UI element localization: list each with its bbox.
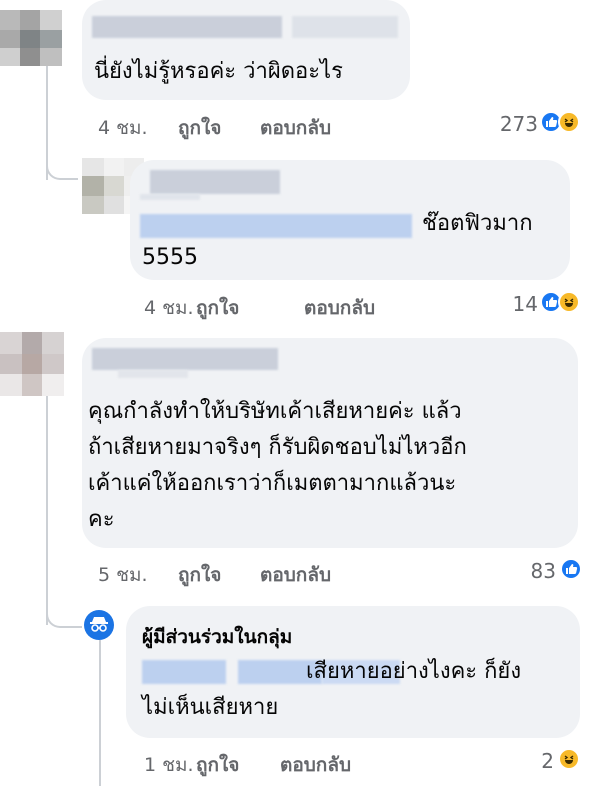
redacted-name — [140, 194, 200, 200]
comment-text: ถ้าเสียหายมาจริงๆ ก็รับผิดชอบไม่ไหวอีก — [88, 435, 467, 460]
anonymous-member-icon[interactable] — [84, 610, 114, 640]
reply-button[interactable]: ตอบกลับ — [304, 293, 375, 323]
avatar[interactable] — [0, 332, 64, 396]
haha-reaction-icon — [558, 291, 580, 313]
comment-text: คุณกำลังทำให้บริษัทเค้าเสียหายค่ะ แล้ว — [88, 399, 462, 424]
reply-button[interactable]: ตอบกลับ — [260, 560, 331, 590]
reaction-count[interactable]: 2 — [500, 749, 554, 773]
thread-curve — [46, 130, 78, 180]
thread-curve — [46, 590, 82, 628]
comment-time[interactable]: 4 ชม. — [98, 113, 148, 143]
comment-text: ช๊อตฟิวมาก — [422, 211, 533, 236]
like-button[interactable]: ถูกใจ — [196, 293, 239, 323]
comment-actions: 5 ชม. ถูกใจ ตอบกลับ — [98, 560, 398, 586]
like-button[interactable]: ถูกใจ — [196, 750, 239, 780]
comment-text: คะ — [88, 507, 115, 532]
comment-text: เค้าแค่ให้ออกเราว่าก็เมตตามากแล้วนะ — [88, 471, 457, 496]
redacted-mention[interactable] — [140, 214, 412, 238]
like-reaction-icon — [560, 558, 582, 580]
like-button[interactable]: ถูกใจ — [178, 113, 221, 143]
redacted-mention[interactable] — [142, 660, 226, 684]
redacted-name — [92, 348, 278, 370]
comment-text: เสียหายอย่างไงคะ ก็ยัง — [306, 659, 522, 684]
haha-reaction-icon — [558, 748, 580, 770]
comment-bubble: นี่ยังไม่รู้หรอค่ะ ว่าผิดอะไร — [82, 0, 410, 100]
redacted-name — [92, 16, 282, 38]
comment-bubble: ช๊อตฟิวมาก 5555 — [130, 160, 570, 280]
redacted-name — [150, 170, 280, 194]
comment-bubble: คุณกำลังทำให้บริษัทเค้าเสียหายค่ะ แล้ว ถ… — [82, 338, 578, 548]
reaction-count[interactable]: 273 — [470, 112, 538, 136]
avatar[interactable] — [0, 10, 62, 66]
comment-author[interactable]: ผู้มีส่วนร่วมในกลุ่ม — [142, 622, 292, 652]
reply-button[interactable]: ตอบกลับ — [280, 750, 351, 780]
reaction-count[interactable]: 14 — [480, 292, 538, 316]
redacted-name — [118, 370, 188, 378]
comment-actions: 1 ชม. ถูกใจ ตอบกลับ — [144, 750, 444, 776]
comment-text: 5555 — [142, 245, 198, 270]
haha-reaction-icon — [558, 111, 580, 133]
redacted-name — [292, 16, 398, 38]
comment-text: ไม่เห็นเสียหาย — [142, 695, 279, 720]
comment-time[interactable]: 4 ชม. — [144, 293, 194, 323]
reaction-count[interactable]: 83 — [490, 559, 556, 583]
comment-bubble: ผู้มีส่วนร่วมในกลุ่ม เสียหายอย่างไงคะ ก็… — [126, 606, 580, 738]
comment-actions: 4 ชม. ถูกใจ ตอบกลับ — [98, 113, 398, 139]
reply-button[interactable]: ตอบกลับ — [260, 113, 331, 143]
comment-time[interactable]: 1 ชม. — [144, 750, 194, 780]
like-button[interactable]: ถูกใจ — [178, 560, 221, 590]
comment-text: นี่ยังไม่รู้หรอค่ะ ว่าผิดอะไร — [94, 59, 343, 84]
thread-line — [99, 640, 101, 786]
comment-actions: 4 ชม. ถูกใจ ตอบกลับ — [144, 293, 444, 319]
comment-time[interactable]: 5 ชม. — [98, 560, 148, 590]
